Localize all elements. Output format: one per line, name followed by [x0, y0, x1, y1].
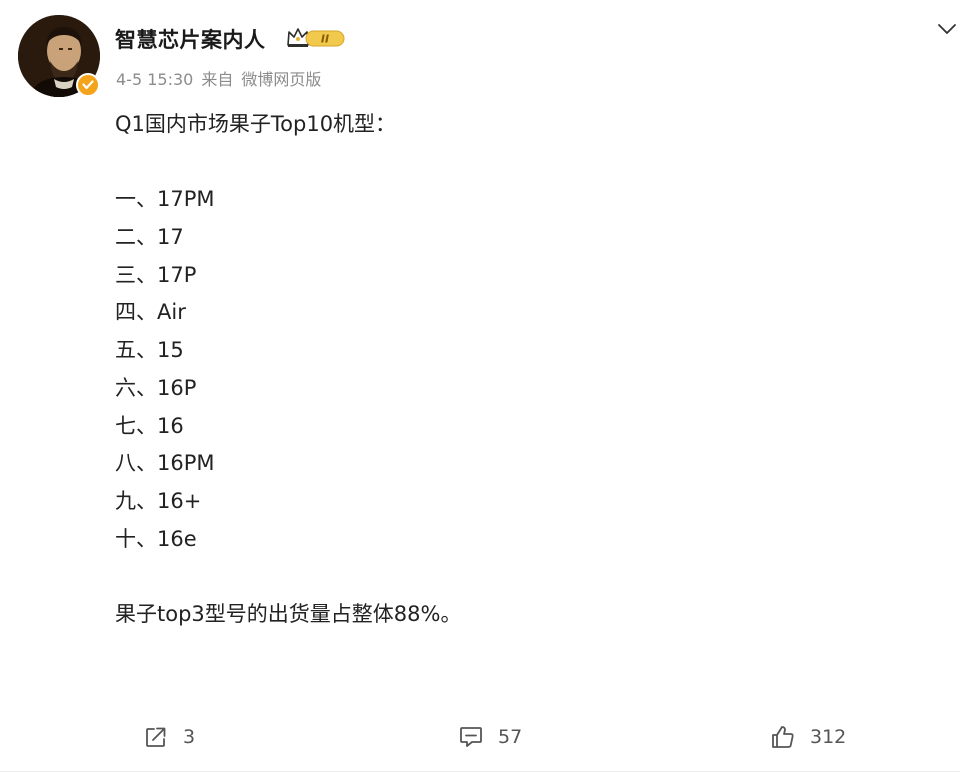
- verified-badge-icon: [76, 73, 100, 97]
- share-count: 3: [183, 726, 196, 748]
- ranking-item: 九、16+: [115, 488, 202, 513]
- crown-badge-icon[interactable]: II: [286, 26, 348, 50]
- share-icon: [146, 727, 166, 747]
- share-button[interactable]: 3: [143, 716, 195, 758]
- post-time[interactable]: 4-5 15:30: [116, 70, 193, 89]
- chevron-down-icon[interactable]: [936, 18, 958, 40]
- ranking-item: 一、17PM: [115, 187, 215, 212]
- ranking-item: 五、15: [115, 338, 184, 363]
- comment-count: 57: [498, 726, 523, 748]
- ranking-item: 四、Air: [115, 300, 186, 325]
- ranking-item: 八、16PM: [115, 451, 215, 476]
- post-title: Q1国内市场果子Top10机型：: [115, 112, 397, 136]
- action-bar: 3 57 312: [0, 716, 960, 758]
- ranking-item: 二、17: [115, 225, 184, 250]
- crown-badge-label: II: [321, 33, 329, 46]
- post-footer-text: 果子top3型号的出货量占整体88%。: [115, 601, 462, 626]
- like-button[interactable]: 312: [770, 716, 846, 758]
- like-count: 312: [810, 726, 847, 748]
- post-source[interactable]: 微博网页版: [241, 70, 321, 89]
- comment-icon: [460, 727, 482, 747]
- thumbs-up-icon: [772, 726, 794, 748]
- post-content: Q1国内市场果子Top10机型： 一、17PM 二、17 三、17P 四、Air…: [115, 106, 461, 634]
- post-from-label: 来自: [201, 70, 234, 89]
- weibo-post-card: 智慧芯片案内人 II 4-5 15:30 来自 微博网页版 Q1国内市场果子Top1…: [0, 0, 960, 772]
- post-meta: 4-5 15:30 来自 微博网页版: [116, 66, 321, 90]
- ranking-item: 六、16P: [115, 375, 197, 400]
- comment-button[interactable]: 57: [458, 716, 522, 758]
- ranking-item: 十、16e: [115, 526, 197, 551]
- author-name[interactable]: 智慧芯片案内人: [115, 24, 266, 54]
- ranking-item: 三、17P: [115, 262, 197, 287]
- ranking-item: 七、16: [115, 413, 184, 438]
